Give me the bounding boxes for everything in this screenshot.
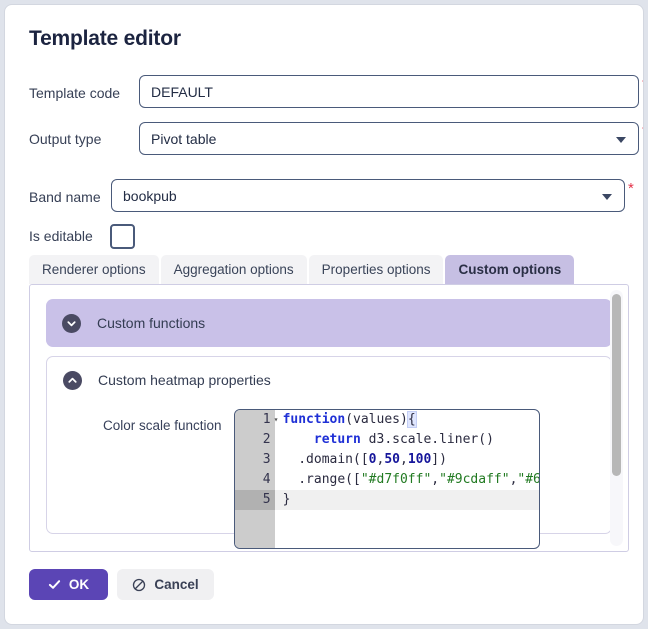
tab-label: Properties options — [321, 262, 431, 277]
chevron-up-circle-icon[interactable] — [63, 370, 82, 390]
output-type-value: Pivot table — [151, 130, 217, 147]
code-string: "#9cdaff" — [439, 472, 510, 487]
output-type-required-marker: * — [642, 124, 643, 139]
code-plain: } — [282, 492, 291, 507]
line-number-text: 1 — [262, 412, 271, 427]
line-number: 2 — [234, 430, 275, 450]
code-line: 2 return d3.scale.liner() — [234, 430, 539, 450]
cancel-button[interactable]: Cancel — [117, 569, 214, 600]
ok-button[interactable]: OK — [29, 569, 108, 600]
options-tab-bar: Renderer options Aggregation options Pro… — [29, 255, 575, 284]
band-name-label: Band name — [29, 189, 101, 205]
tab-renderer-options[interactable]: Renderer options — [29, 255, 159, 284]
line-number-text: 3 — [262, 452, 271, 467]
template-editor-dialog: Template editor Template code DEFAULT * … — [4, 4, 644, 625]
line-number: 3 — [234, 450, 275, 470]
line-number: 1 ▾ — [234, 410, 278, 430]
band-name-select[interactable]: bookpub — [111, 179, 625, 212]
tab-label: Aggregation options — [173, 262, 294, 277]
chevron-down-icon[interactable] — [616, 136, 626, 143]
code-text: .domain([0,50,100]) — [275, 450, 447, 470]
template-code-label: Template code — [29, 85, 121, 101]
tab-label: Renderer options — [42, 262, 146, 277]
accordion-title: Custom heatmap properties — [98, 372, 271, 388]
chevron-down-icon[interactable] — [602, 193, 612, 200]
template-code-input[interactable]: DEFAULT — [139, 75, 639, 108]
code-plain: d3.scale.liner() — [360, 432, 494, 447]
color-scale-function-row: Color scale function 1 ▾ function(values)… — [47, 409, 611, 549]
code-string: "#d7f0ff" — [360, 472, 432, 487]
ban-icon — [133, 578, 146, 591]
code-number: 0 — [368, 452, 377, 467]
accordion-custom-functions[interactable]: Custom functions — [46, 299, 612, 347]
tab-custom-options[interactable]: Custom options — [445, 255, 575, 284]
editor-empty-area[interactable] — [234, 510, 539, 548]
custom-options-content: Custom functions Custom heatmap properti… — [46, 299, 612, 551]
line-number-text: 4 — [262, 472, 271, 487]
cancel-button-label: Cancel — [154, 577, 199, 592]
panel-scrollbar[interactable] — [610, 290, 623, 546]
code-string: "#69 — [517, 472, 538, 487]
code-plain: , — [431, 472, 440, 487]
code-keyword: return — [313, 432, 361, 447]
is-editable-checkbox[interactable] — [110, 224, 135, 249]
tab-label: Custom options — [458, 262, 562, 277]
accordion-custom-heatmap-properties: Custom heatmap properties Color scale fu… — [46, 356, 612, 549]
code-plain: .domain([ — [298, 452, 369, 467]
code-plain: ]) — [431, 452, 447, 467]
output-type-label: Output type — [29, 131, 102, 147]
output-type-select[interactable]: Pivot table — [139, 122, 639, 155]
check-icon — [48, 580, 60, 589]
code-number: 100 — [407, 452, 432, 467]
chevron-down-circle-icon[interactable] — [62, 313, 81, 333]
code-line: 3 .domain([0,50,100]) — [234, 450, 539, 470]
line-number-text: 5 — [262, 492, 271, 507]
page-title: Template editor — [29, 27, 181, 50]
code-text: } — [275, 490, 291, 510]
code-cursor-brace: { — [406, 411, 417, 428]
band-name-required-marker: * — [628, 180, 634, 197]
is-editable-label: Is editable — [29, 228, 93, 244]
accordion-header[interactable]: Custom heatmap properties — [47, 357, 611, 403]
line-number-text: 2 — [262, 432, 271, 447]
template-code-value: DEFAULT — [151, 83, 213, 100]
code-plain: (values) — [345, 412, 408, 427]
code-plain: , — [399, 452, 408, 467]
code-text: .range(["#d7f0ff","#9cdaff","#69 — [275, 470, 538, 490]
code-line: 4 .range(["#d7f0ff","#9cdaff","#69 — [234, 470, 539, 490]
code-plain: .range([ — [298, 472, 361, 487]
color-scale-function-editor[interactable]: 1 ▾ function(values){ 2 return d3.scale.l… — [233, 409, 540, 549]
code-text: function(values){ — [275, 410, 417, 430]
accordion-title: Custom functions — [97, 315, 206, 331]
gutter-filler — [234, 510, 275, 548]
code-line: 1 ▾ function(values){ — [234, 410, 539, 430]
ok-button-label: OK — [68, 577, 90, 592]
custom-options-panel: Custom functions Custom heatmap properti… — [29, 284, 629, 552]
code-text: return d3.scale.liner() — [275, 430, 494, 450]
code-line-active: 5 } — [234, 490, 539, 510]
code-number: 50 — [384, 452, 400, 467]
code-keyword: function — [282, 412, 346, 427]
line-number: 4 — [234, 470, 275, 490]
color-scale-function-label: Color scale function — [103, 418, 222, 433]
tab-aggregation-options[interactable]: Aggregation options — [160, 255, 307, 284]
panel-scrollbar-thumb[interactable] — [612, 294, 621, 476]
tab-properties-options[interactable]: Properties options — [308, 255, 444, 284]
band-name-value: bookpub — [123, 187, 177, 204]
template-code-required-marker: * — [642, 77, 643, 92]
line-number: 5 — [234, 490, 275, 510]
